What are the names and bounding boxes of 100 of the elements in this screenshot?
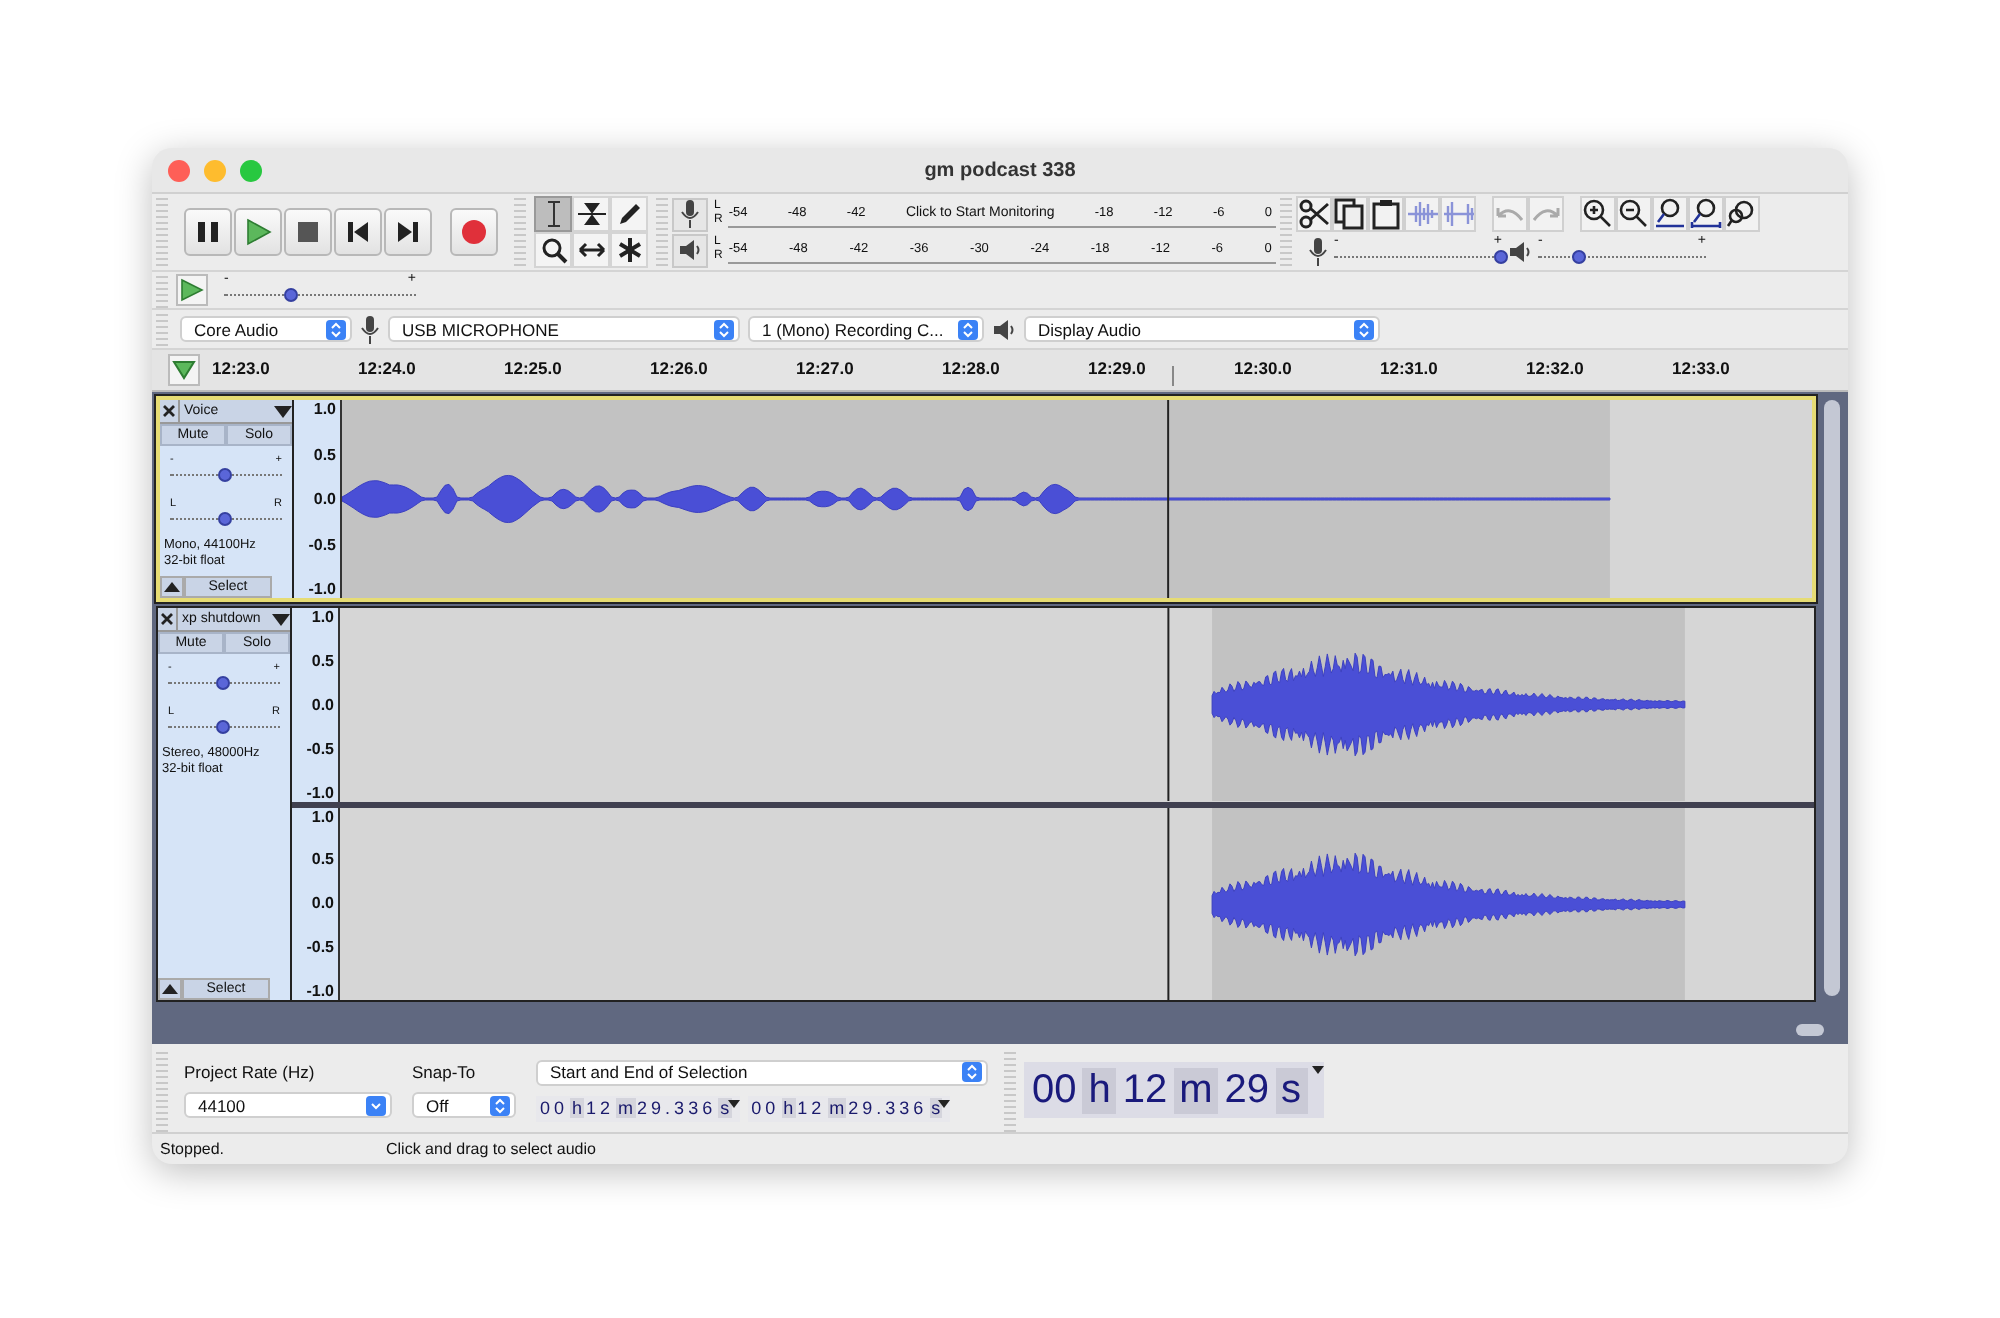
stop-button[interactable]: [284, 208, 332, 256]
amplitude-label: 0.5: [309, 651, 334, 670]
speaker-icon: [992, 317, 1016, 341]
time-label: 12:23.0: [212, 356, 272, 382]
amplitude-label: 1.0: [309, 608, 334, 626]
cut-button[interactable]: [1296, 196, 1332, 232]
clipboard-icon: [1370, 198, 1402, 230]
paste-button[interactable]: [1368, 196, 1404, 232]
scissors-icon: [1298, 198, 1330, 230]
copy-icon: [1334, 198, 1366, 230]
pause-icon: [196, 220, 220, 244]
multi-tool[interactable]: [610, 232, 648, 268]
pencil-icon: [615, 200, 643, 228]
slider-thumb[interactable]: [1494, 250, 1508, 264]
caret-icon: [727, 1099, 740, 1107]
asterisk-icon: [615, 236, 643, 264]
microphone-icon: [360, 315, 380, 343]
pause-button[interactable]: [184, 208, 232, 256]
time-shift-tool[interactable]: [572, 232, 610, 268]
slider-thumb[interactable]: [216, 720, 230, 734]
recording-device-dropdown[interactable]: USB MICROPHONE: [388, 316, 740, 342]
dropdown-triangle-icon: [274, 405, 292, 417]
dropdown-chevron-icon: [1354, 319, 1374, 339]
time-label: 12:26.0: [650, 356, 710, 382]
selection-mode-dropdown[interactable]: Start and End of Selection: [536, 1059, 988, 1085]
amplitude-label: -1.0: [306, 580, 336, 598]
copy-button[interactable]: [1332, 196, 1368, 232]
chevron-down-icon: [366, 1095, 386, 1115]
amplitude-label: 1.0: [309, 807, 334, 825]
fit-selection-button[interactable]: [1652, 196, 1688, 232]
dropdown-chevron-icon: [490, 1095, 510, 1115]
draw-tool[interactable]: [610, 196, 648, 232]
timeline-options-button[interactable]: [168, 354, 200, 386]
magnifier-icon: [539, 236, 567, 264]
snap-to-dropdown[interactable]: Off: [412, 1092, 516, 1118]
time-label: 12:33.0: [1672, 356, 1732, 382]
skip-to-start-icon: [346, 220, 370, 244]
zoom-fit-icon: [1690, 198, 1722, 230]
slider-thumb[interactable]: [218, 468, 232, 482]
amplitude-label: -1.0: [304, 982, 334, 1000]
close-icon: [162, 404, 176, 418]
skip-to-end-button[interactable]: [384, 208, 432, 256]
time-label: 12:32.0: [1526, 356, 1586, 382]
record-meter-button[interactable]: [672, 197, 708, 231]
slider-thumb[interactable]: [218, 512, 232, 526]
audio-host-dropdown[interactable]: Core Audio: [180, 316, 352, 342]
zoom-selection-icon: [1654, 198, 1686, 230]
zoom-toggle-button[interactable]: [1724, 196, 1760, 232]
project-rate-combo[interactable]: 44100: [184, 1092, 392, 1118]
slider-thumb[interactable]: [216, 676, 230, 690]
time-label: 12:31.0: [1380, 356, 1440, 382]
envelope-tool[interactable]: [572, 196, 610, 232]
record-icon: [460, 218, 488, 246]
playback-meter-button[interactable]: [672, 233, 708, 267]
slider-thumb[interactable]: [1572, 250, 1586, 264]
microphone-icon: [680, 200, 700, 228]
selection-tool[interactable]: [534, 196, 572, 232]
caret-icon: [938, 1099, 951, 1107]
amplitude-label: 0.0: [311, 490, 336, 508]
playback-device-dropdown[interactable]: Display Audio: [1024, 316, 1380, 342]
zoom-in-button[interactable]: [1580, 196, 1616, 232]
amplitude-label: -1.0: [304, 783, 334, 801]
close-track-button[interactable]: [158, 608, 178, 630]
amplitude-label: 0.5: [311, 445, 336, 463]
microphone-icon: [1308, 238, 1328, 266]
slider-thumb[interactable]: [283, 288, 298, 302]
play-at-speed-button[interactable]: [176, 274, 208, 306]
close-track-button[interactable]: [160, 400, 180, 422]
trim-audio-icon: [1406, 200, 1438, 228]
record-button[interactable]: [450, 208, 498, 256]
skip-to-start-button[interactable]: [334, 208, 382, 256]
time-label: 12:30.0: [1234, 356, 1294, 382]
zoom-tool[interactable]: [534, 232, 572, 268]
play-button[interactable]: [234, 208, 282, 256]
speaker-icon: [678, 238, 702, 262]
recording-channels-dropdown[interactable]: 1 (Mono) Recording C...: [748, 316, 984, 342]
triangle-up-icon: [162, 984, 178, 994]
snap-to-label: Snap-To: [412, 1062, 478, 1082]
amplitude-label: 0.0: [309, 695, 334, 714]
play-icon: [180, 278, 204, 302]
triangle-down-icon: [172, 360, 196, 380]
selection-start-field[interactable]: 00 h 12 m 29.336 s: [536, 1095, 740, 1121]
horizontal-scrollbar[interactable]: [1796, 1024, 1824, 1036]
silence-button[interactable]: [1440, 196, 1476, 232]
selection-end-field[interactable]: 00 h 12 m 29.336 s: [747, 1095, 951, 1121]
amplitude-label: -0.5: [306, 535, 336, 553]
audio-position-display[interactable]: 00 h 12 m 29 s: [1024, 1062, 1324, 1118]
status-text: Stopped.: [160, 1139, 227, 1157]
vertical-scrollbar[interactable]: [1824, 400, 1840, 996]
amplitude-label: 0.5: [309, 850, 334, 869]
fit-project-button[interactable]: [1688, 196, 1724, 232]
status-hint: Click and drag to select audio: [386, 1139, 596, 1157]
dropdown-chevron-icon: [326, 319, 346, 339]
zoom-toggle-icon: [1726, 198, 1758, 230]
triangle-up-icon: [164, 582, 180, 592]
zoom-out-button[interactable]: [1616, 196, 1652, 232]
dropdown-chevron-icon: [714, 319, 734, 339]
amplitude-label: -0.5: [304, 938, 334, 957]
amplitude-label: 1.0: [311, 400, 336, 418]
close-icon: [160, 612, 174, 626]
